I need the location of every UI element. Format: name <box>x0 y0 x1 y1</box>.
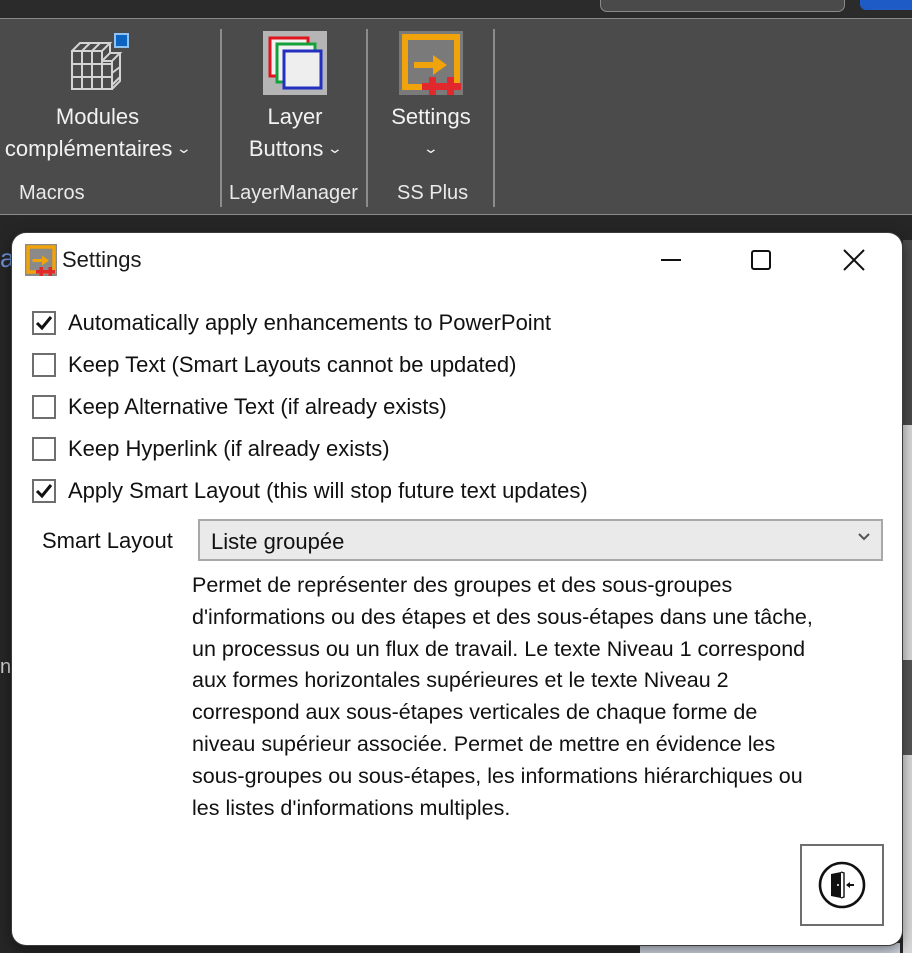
checkbox-box[interactable] <box>32 437 56 461</box>
chevron-down-icon: ⌄ <box>176 140 193 156</box>
checkbox-label: Keep Text (Smart Layouts cannot be updat… <box>68 352 517 377</box>
checkbox-box[interactable] <box>32 395 56 419</box>
chevron-down-icon: ⌄ <box>327 140 344 156</box>
minimize-icon <box>661 259 681 261</box>
checkbox-auto-apply[interactable]: Automatically apply enhancements to Powe… <box>32 308 551 338</box>
ribbon-separator <box>366 29 368 207</box>
share-button[interactable] <box>860 0 912 10</box>
group-label-ss-plus: SS Plus <box>397 182 469 204</box>
checkbox-box[interactable] <box>32 479 56 503</box>
close-button[interactable] <box>830 243 876 277</box>
maximize-button[interactable] <box>738 243 784 277</box>
checkmark-icon <box>35 484 53 499</box>
checkmark-icon <box>35 316 53 331</box>
smart-layout-description: Permet de représenter des groupes et des… <box>192 570 892 824</box>
description-line: niveau supérieur associée. Permet de met… <box>192 731 776 756</box>
ribbon-separator <box>493 29 495 207</box>
title-bar-strip <box>0 0 912 18</box>
chevron-down-icon <box>858 533 870 541</box>
background-text-fragment: n <box>0 656 12 678</box>
modules-label-1: Modules <box>55 104 140 129</box>
checkbox-label: Keep Alternative Text (if already exists… <box>68 394 447 419</box>
description-line: aux formes horizontales supérieures et l… <box>192 668 729 693</box>
checkbox-label: Apply Smart Layout (this will stop futur… <box>68 478 588 503</box>
checkbox-box[interactable] <box>32 311 56 335</box>
checkbox-box[interactable] <box>32 353 56 377</box>
layer-buttons-button[interactable]: Layer Buttons ⌄ <box>230 31 360 167</box>
description-line: un processus ou un flux de travail. Le t… <box>192 636 806 661</box>
ribbon-separator <box>220 29 222 207</box>
checkbox-keep-alt-text[interactable]: Keep Alternative Text (if already exists… <box>32 392 447 422</box>
smart-layout-label: Smart Layout <box>42 528 173 553</box>
modules-complementaires-button[interactable]: Modules complémentaires ⌄ <box>0 31 205 167</box>
description-line: sous-groupes ou sous-étapes, les informa… <box>192 763 803 788</box>
ribbon: Modules complémentaires ⌄ Layer Buttons ⌄ … <box>0 18 912 215</box>
smart-layout-select[interactable]: Liste groupée <box>198 519 883 561</box>
settings-label-2: ⌄ <box>372 133 490 167</box>
minimize-button[interactable] <box>648 243 694 277</box>
smart-layout-selected-value: Liste groupée <box>211 529 345 554</box>
description-line: les listes d'informations multiples. <box>192 795 511 820</box>
maximize-icon <box>751 250 771 270</box>
checkbox-label: Keep Hyperlink (if already exists) <box>68 436 390 461</box>
modules-label-2: complémentaires ⌄ <box>0 133 205 167</box>
description-line: correspond aux sous-étapes verticales de… <box>192 700 758 725</box>
checkbox-apply-smart-layout[interactable]: Apply Smart Layout (this will stop futur… <box>32 476 588 506</box>
exit-button[interactable] <box>800 844 884 926</box>
search-box[interactable] <box>600 0 845 12</box>
ss-plus-settings-icon <box>25 244 57 276</box>
description-line: d'informations ou des étapes et des sous… <box>192 604 813 629</box>
ss-plus-settings-button[interactable]: Settings ⌄ <box>372 31 490 167</box>
close-icon <box>843 249 865 271</box>
ss-plus-settings-icon <box>399 31 463 95</box>
group-label-layermanager: LayerManager <box>229 182 358 204</box>
description-line: Permet de représenter des groupes et des… <box>192 573 733 597</box>
group-label-macros: Macros <box>19 182 85 204</box>
dialog-title: Settings <box>62 247 142 272</box>
addins-cube-icon <box>70 33 129 90</box>
chevron-down-icon: ⌄ <box>422 140 440 156</box>
layer-buttons-label-2: Buttons ⌄ <box>230 133 360 167</box>
checkbox-keep-text[interactable]: Keep Text (Smart Layouts cannot be updat… <box>32 350 516 380</box>
background-panel-dark <box>903 660 912 755</box>
background-panel-dark <box>903 240 912 425</box>
checkbox-label: Automatically apply enhancements to Powe… <box>68 310 552 335</box>
settings-label-1: Settings <box>391 104 471 129</box>
exit-door-icon <box>818 861 866 909</box>
settings-dialog: Settings Automatically apply enhancement… <box>12 233 902 945</box>
checkbox-keep-hyperlink[interactable]: Keep Hyperlink (if already exists) <box>32 434 390 464</box>
layer-buttons-label-1: Layer <box>267 104 323 129</box>
background-slide-panel <box>903 240 912 953</box>
layers-icon <box>263 31 327 95</box>
